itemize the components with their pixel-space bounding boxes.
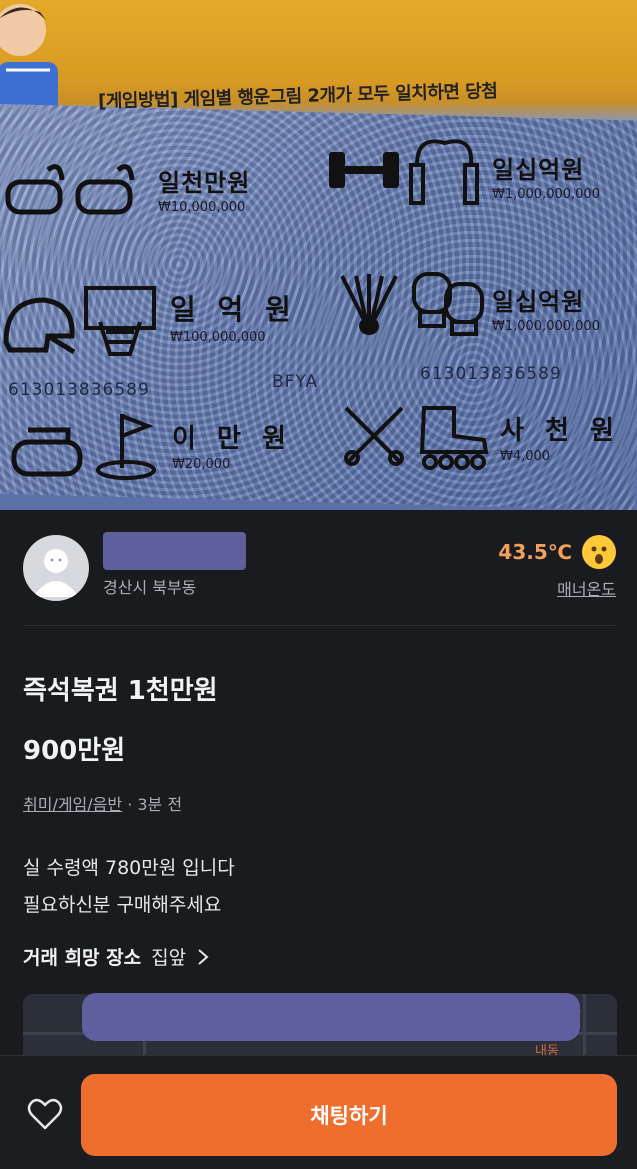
manner-temperature: 43.5℃ — [498, 540, 572, 564]
seller-name-redacted[interactable] — [103, 532, 246, 570]
article-title: 즉석복권 1천만원 — [23, 676, 218, 706]
heart-outline-icon[interactable] — [27, 1097, 63, 1131]
prize-label: 일천만원 ₩10,000,000 — [158, 169, 251, 215]
category-link[interactable]: 취미/게임/음반 — [23, 795, 122, 814]
roller-skate-icon — [419, 406, 489, 470]
map-redacted — [82, 993, 580, 1041]
chat-button[interactable]: 채팅하기 — [81, 1074, 617, 1156]
user-avatar-icon — [33, 549, 79, 597]
prize-label: 일십억원 ₩1,000,000,000 — [492, 156, 600, 202]
ticket-code: BFYA — [272, 372, 319, 392]
article-meta: 취미/게임/음반 · 3분 전 — [23, 791, 182, 815]
ticket-serial: 613013836589 — [420, 364, 562, 384]
snorkel-mask-icon — [5, 164, 135, 215]
seller-avatar[interactable] — [23, 535, 89, 601]
prize-label: 이 만 원 ₩20,000 — [172, 424, 292, 472]
description-line: 필요하신분 구매해주세요 — [23, 894, 222, 916]
posted-time: · 3분 전 — [122, 795, 183, 814]
trade-place-row[interactable]: 거래 희망 장소 집앞 — [23, 943, 210, 970]
shuttlecock-icon — [340, 274, 398, 335]
prize-label: 일 억 원 ₩100,000,000 — [170, 293, 297, 345]
divider — [23, 625, 615, 626]
fencing-swords-icon — [344, 406, 404, 466]
ticket-howto-text: [게임방법] 게임별 행운그림 2개가 모두 일치하면 당첨 — [97, 80, 498, 113]
prize-label: 일십억원 ₩1,000,000,000 — [492, 288, 600, 334]
seller-location: 경산시 북부동 — [103, 578, 197, 597]
manner-temperature-link[interactable]: 매너온도 — [557, 576, 616, 600]
chevron-right-icon — [198, 949, 209, 965]
cartoon-character-image — [0, 4, 58, 120]
trade-place-value: 집앞 — [151, 947, 187, 969]
golf-flag-icon — [96, 414, 156, 480]
prize-label: 사 천 원 ₩4,000 — [500, 416, 620, 464]
boxing-gloves-icon — [412, 272, 484, 336]
article-price: 900만원 — [23, 736, 126, 766]
description-line: 실 수령액 780만원 입니다 — [23, 857, 235, 879]
jump-rope-icon — [409, 139, 479, 205]
helmet-icon — [3, 297, 76, 355]
surprised-face-icon — [582, 535, 616, 569]
basketball-hoop-icon — [84, 286, 156, 356]
article-description: 실 수령액 780만원 입니다 필요하신분 구매해주세요 — [23, 850, 235, 924]
trade-place-label: 거래 희망 장소 — [23, 947, 142, 969]
product-photo[interactable]: [게임방법] 게임별 행운그림 2개가 모두 일치하면 당첨 일천만원 ₩10,… — [0, 0, 637, 510]
dumbbell-icon — [329, 152, 399, 188]
curling-stone-icon — [11, 427, 83, 477]
ticket-serial: 613013836589 — [8, 380, 150, 400]
